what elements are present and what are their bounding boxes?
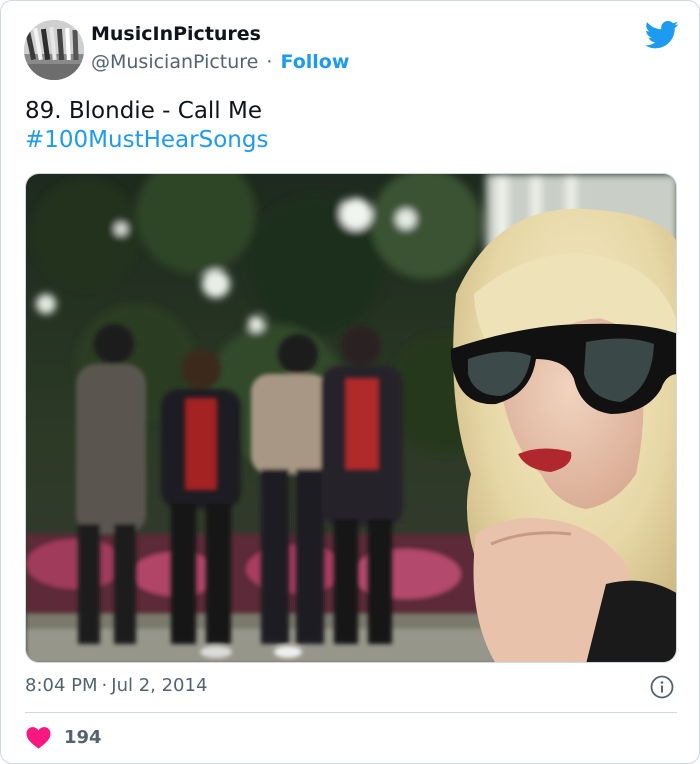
- twitter-bird-icon[interactable]: [645, 20, 679, 50]
- timestamp-separator: ·: [101, 675, 108, 696]
- info-icon[interactable]: [650, 675, 674, 699]
- like-button[interactable]: 194: [25, 723, 102, 751]
- tweet-time: 8:04 PM: [25, 675, 98, 696]
- tweet-text: 89. Blondie - Call Me #100MustHearSongs: [25, 97, 268, 155]
- tweet-photo[interactable]: [25, 173, 677, 663]
- avatar-image: [24, 20, 84, 80]
- handle-row: @MusicianPicture · Follow: [91, 51, 349, 73]
- display-name[interactable]: MusicInPictures: [91, 23, 261, 45]
- tweet-card: MusicInPictures @MusicianPicture · Follo…: [0, 0, 700, 764]
- tweet-timestamp[interactable]: 8:04 PM · Jul 2, 2014: [25, 675, 207, 696]
- tweet-body: 89. Blondie - Call Me: [25, 98, 263, 124]
- avatar[interactable]: [24, 20, 84, 80]
- handle[interactable]: @MusicianPicture: [91, 51, 258, 73]
- band-photo: [26, 174, 676, 662]
- tweet-date: Jul 2, 2014: [111, 675, 208, 696]
- heart-icon: [26, 727, 51, 749]
- handle-separator: ·: [266, 51, 273, 73]
- hashtag-link[interactable]: #100MustHearSongs: [25, 126, 268, 155]
- like-count: 194: [64, 726, 102, 748]
- follow-button[interactable]: Follow: [281, 51, 350, 73]
- divider: [25, 712, 677, 713]
